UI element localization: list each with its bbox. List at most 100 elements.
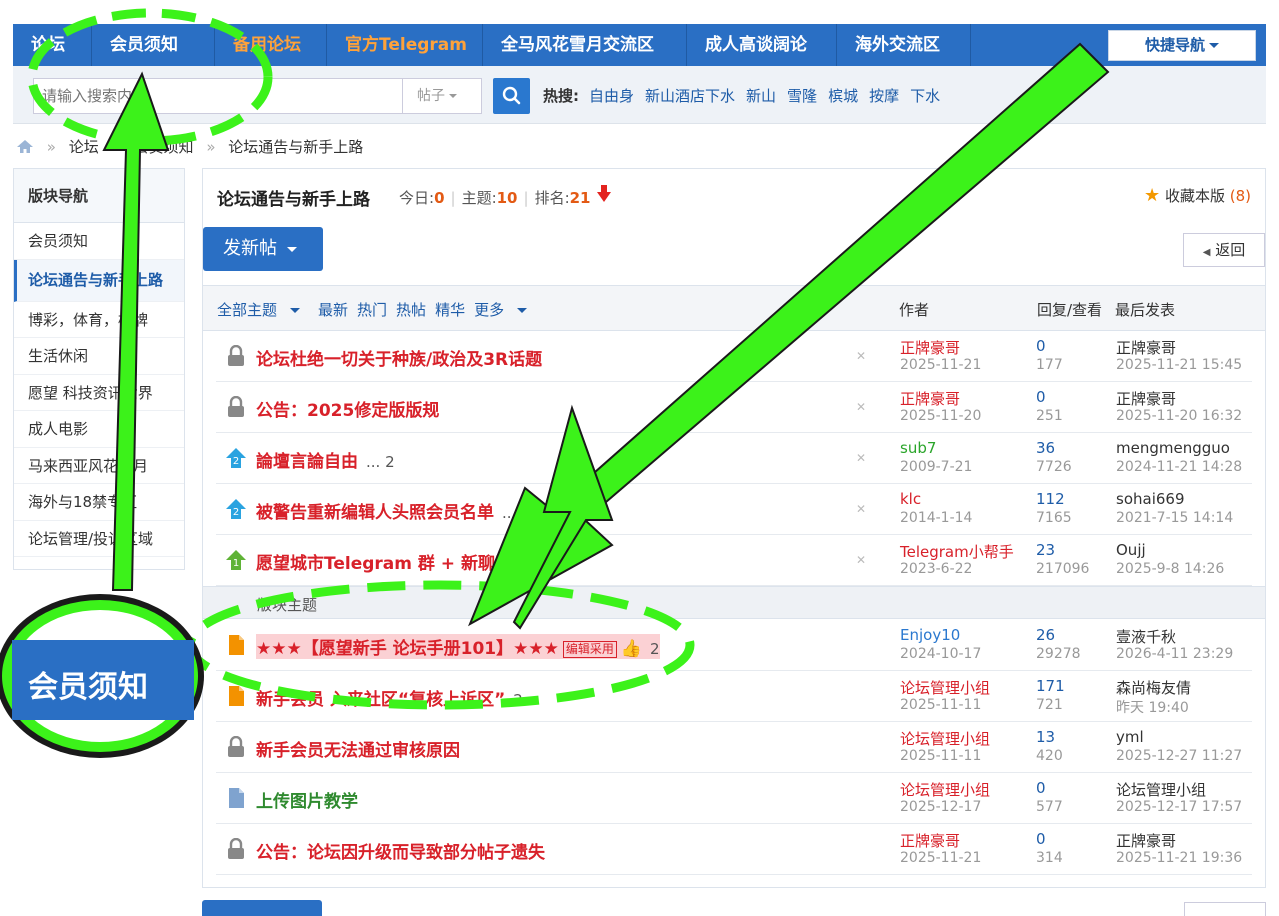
sidebar-item-malaysia[interactable]: 马来西亚风花雪月 [14,448,184,484]
filter-more[interactable]: 更多 [474,301,536,319]
thread-row[interactable]: 公告：2025修定版版规 ✕ 正牌豪哥 2025-11-20 0 251 正牌豪… [216,382,1252,433]
column-replies-views[interactable]: 回复/查看 [1037,299,1102,320]
thread-title[interactable]: 上传图片教学 [256,787,358,812]
thread-author[interactable]: 论坛管理小组 [900,779,990,800]
last-post-user[interactable]: 壹液千秋 [1116,626,1176,647]
thread-author[interactable]: 正牌豪哥 [900,388,960,409]
thread-title[interactable]: 论坛杜绝一切关于种族/政治及3R话题 [256,345,542,370]
filter-digest[interactable]: 精华 [435,301,465,319]
reply-count[interactable]: 23 [1036,541,1055,559]
sidebar-item-tech[interactable]: 愿望 科技资讯世界 [14,375,184,411]
new-post-button-bottom[interactable] [202,900,322,916]
reply-count[interactable]: 171 [1036,677,1065,695]
thread-author[interactable]: 正牌豪哥 [900,830,960,851]
thread-author[interactable]: 论坛管理小组 [900,677,990,698]
search-type-select[interactable]: 帖子 [402,78,482,114]
thread-pages[interactable]: ... 2 [366,453,395,471]
thread-title[interactable]: ★★★【愿望新手 论坛手册101】★★★ 编辑采用 👍 2 [256,634,660,659]
thread-title[interactable]: 公告：2025修定版版规 [256,396,439,421]
last-post-user[interactable]: Oujj [1116,541,1146,559]
thread-title[interactable]: 新手会员 入来社区“复核上诉区” 2 [256,685,523,710]
hot-link[interactable]: 下水 [910,87,940,105]
reply-count[interactable]: 26 [1036,626,1055,644]
last-post-time[interactable]: 2024-11-21 14:28 [1116,459,1242,475]
quick-nav-button[interactable]: 快捷导航 [1108,30,1256,61]
thread-author[interactable]: Enjoy10 [900,626,960,644]
search-input[interactable] [33,78,403,114]
thread-author[interactable]: klc [900,490,921,508]
thread-author[interactable]: 论坛管理小组 [900,728,990,749]
sidebar-item-overseas[interactable]: 海外与18禁专区 [14,484,184,521]
nav-official-telegram[interactable]: 官方Telegram [327,24,483,66]
sidebar-item-leisure[interactable]: 生活休闲 [14,338,184,375]
hot-link[interactable]: 自由身 [589,87,634,105]
close-icon[interactable]: ✕ [856,349,866,363]
home-icon[interactable] [16,139,34,154]
thread-title[interactable]: 公告：论坛因升级而导致部分帖子遗失 [256,838,545,863]
thread-title[interactable]: 新手会员无法通过审核原因 [256,736,460,761]
thread-row[interactable]: 2 論壇言論自由... 2 ✕ sub7 2009-7-21 36 7726 m… [216,433,1252,484]
reply-count[interactable]: 0 [1036,779,1046,797]
nav-forum[interactable]: 论坛 [13,24,92,66]
last-post-user[interactable]: 正牌豪哥 [1116,388,1176,409]
last-post-time[interactable]: 2021-7-15 14:14 [1116,510,1233,526]
favorite-board-button[interactable]: ★ 收藏本版 (8) [1144,185,1251,206]
thread-row[interactable]: 新手会员无法通过审核原因 论坛管理小组 2025-11-11 13 420 ym… [216,722,1252,773]
last-post-time[interactable]: 2025-11-21 15:45 [1116,357,1242,373]
last-post-user[interactable]: 正牌豪哥 [1116,337,1176,358]
sidebar-item-adult-movies[interactable]: 成人电影 [14,411,184,448]
sidebar-item-announcements[interactable]: 论坛通告与新手上路 [14,259,184,302]
reply-count[interactable]: 0 [1036,830,1046,848]
reply-count[interactable]: 0 [1036,388,1046,406]
reply-count[interactable]: 0 [1036,337,1046,355]
close-icon[interactable]: ✕ [856,553,866,567]
thread-author[interactable]: sub7 [900,439,936,457]
last-post-time[interactable]: 2025-9-8 14:26 [1116,561,1224,577]
search-button[interactable] [493,78,530,114]
reply-count[interactable]: 112 [1036,490,1065,508]
nav-overseas[interactable]: 海外交流区 [837,24,971,66]
close-icon[interactable]: ✕ [856,451,866,465]
thread-title[interactable]: 論壇言論自由... 2 [256,447,395,472]
breadcrumb-member-guide[interactable]: 会员须知 [134,138,194,156]
last-post-user[interactable]: yml [1116,728,1144,746]
thread-pages[interactable]: 2 [513,691,523,709]
column-last-post[interactable]: 最后发表 [1115,299,1175,320]
thread-row[interactable]: 公告：论坛因升级而导致部分帖子遗失 正牌豪哥 2025-11-21 0 314 … [216,824,1252,875]
reply-count[interactable]: 36 [1036,439,1055,457]
nav-backup-forum[interactable]: 备用论坛 [215,24,327,66]
sidebar-item-gambling[interactable]: 博彩，体育，棋牌 [14,302,184,338]
filter-hot[interactable]: 热门 [357,301,387,319]
last-post-user[interactable]: 森尚梅友倩 [1116,677,1191,698]
last-post-time[interactable]: 2025-11-21 19:36 [1116,850,1242,866]
filter-hot-posts[interactable]: 热帖 [396,301,426,319]
thread-row[interactable]: 1 愿望城市Telegram 群 + 新聊天群 ✕ Telegram小帮手 20… [216,535,1252,586]
sidebar-item-member-guide[interactable]: 会员须知 [14,223,184,260]
nav-adult-talk[interactable]: 成人高谈阔论 [687,24,837,66]
thread-pages[interactable]: 2 [650,640,660,658]
last-post-user[interactable]: 正牌豪哥 [1116,830,1176,851]
hot-link[interactable]: 槟城 [828,87,858,105]
last-post-time[interactable]: 2026-4-11 23:29 [1116,646,1233,662]
hot-link[interactable]: 新山 [746,87,776,105]
last-post-user[interactable]: mengmengguo [1116,439,1230,457]
nav-malaysia-area[interactable]: 全马风花雪月交流区 [483,24,687,66]
filter-all[interactable]: 全部主题 [217,301,309,319]
close-icon[interactable]: ✕ [856,502,866,516]
hot-link[interactable]: 雪隆 [787,87,817,105]
thread-title[interactable]: 被警告重新编辑人头照会员名单... [256,498,516,523]
thread-row[interactable]: 2 被警告重新编辑人头照会员名单... ✕ klc 2014-1-14 112 … [216,484,1252,535]
sidebar-item-complaints[interactable]: 论坛管理/投诉区域 [14,521,184,557]
back-button[interactable]: ◀ 返回 [1183,233,1265,267]
last-post-time[interactable]: 2025-12-27 11:27 [1116,748,1242,764]
thread-row[interactable]: ★★★【愿望新手 论坛手册101】★★★ 编辑采用 👍 2 Enjoy10 2024-… [216,620,1252,671]
last-post-time[interactable]: 2025-11-20 16:32 [1116,408,1242,424]
thread-author[interactable]: 正牌豪哥 [900,337,960,358]
thread-pages[interactable]: ... [502,504,516,522]
new-post-button[interactable]: 发新帖 [203,227,323,271]
last-post-time[interactable]: 昨天 19:40 [1116,697,1189,717]
last-post-user[interactable]: 论坛管理小组 [1116,779,1206,800]
last-post-time[interactable]: 2025-12-17 17:57 [1116,799,1242,815]
thread-row[interactable]: 新手会员 入来社区“复核上诉区” 2 论坛管理小组 2025-11-11 171 … [216,671,1252,722]
breadcrumb-current[interactable]: 论坛通告与新手上路 [228,138,363,156]
